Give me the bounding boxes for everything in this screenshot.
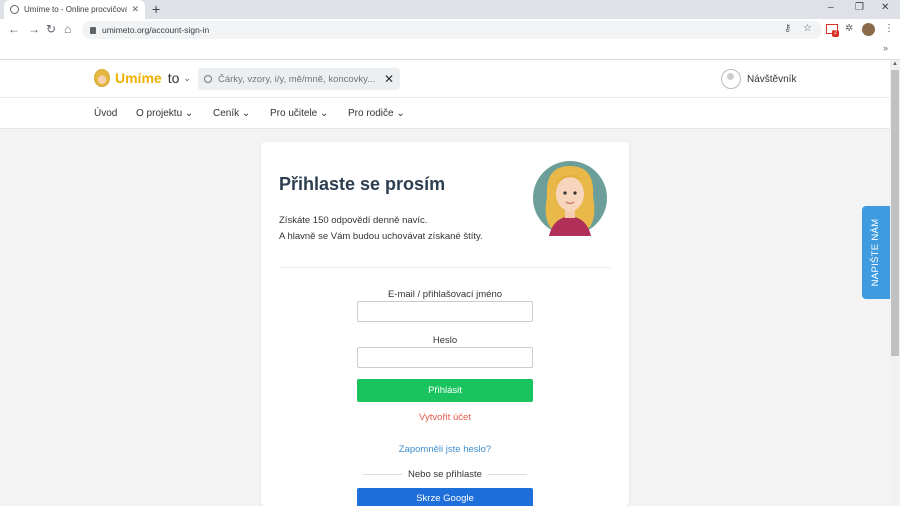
or-separator: Nebo se přihlaste — [363, 469, 527, 480]
site-logo[interactable]: Umíme to ⌄ — [94, 69, 191, 87]
chevron-down-icon: ⌄ — [320, 108, 329, 119]
nav-item-uvod[interactable]: Úvod — [94, 108, 117, 119]
lock-icon — [90, 26, 96, 34]
feedback-tab[interactable]: NAPIŠTE NÁM — [862, 206, 890, 299]
tab-close-icon[interactable]: ✕ — [131, 4, 139, 15]
user-avatar-icon — [721, 69, 741, 89]
maximize-button[interactable]: ❐ — [855, 2, 864, 13]
bookmarks-more-icon[interactable]: » — [883, 43, 888, 53]
key-icon[interactable]: ⚷ — [784, 23, 791, 34]
email-field[interactable] — [357, 301, 533, 322]
window-close-button[interactable]: ✕ — [881, 2, 889, 13]
page-title: Přihlaste se prosím — [279, 174, 446, 194]
new-tab-button[interactable]: + — [152, 1, 160, 17]
globe-icon — [10, 5, 19, 14]
feedback-label: NAPIŠTE NÁM — [870, 218, 881, 287]
site-nav: Úvod O projektu ⌄ Ceník ⌄ Pro učitele ⌄ … — [0, 98, 890, 129]
logo-brand: Umíme — [115, 70, 162, 86]
nav-item-o-projektu[interactable]: O projektu ⌄ — [136, 108, 193, 119]
nav-item-label: Ceník — [213, 108, 240, 119]
girl-avatar-illustration — [533, 161, 607, 236]
forgot-password-link[interactable]: Zapomněli jste heslo? — [261, 444, 629, 455]
tab-title: Umíme to - Online procvičování — [24, 5, 128, 14]
user-menu[interactable]: Návštěvník — [721, 69, 796, 89]
browser-tab[interactable]: Umíme to - Online procvičování ✕ — [4, 0, 145, 19]
search-icon — [204, 75, 212, 83]
password-field[interactable] — [357, 347, 533, 368]
address-bar-row: ← → ↻ ⌂ umimeto.org/account-sign-in ⚷ ☆ … — [0, 19, 900, 41]
url-text: umimeto.org/account-sign-in — [102, 25, 210, 35]
card-divider — [279, 267, 611, 268]
url-field[interactable]: umimeto.org/account-sign-in — [82, 21, 822, 39]
nav-item-label: Pro rodiče — [348, 108, 394, 119]
separator-line — [487, 474, 527, 475]
nav-item-label: O projektu — [136, 108, 183, 119]
page-scrollbar[interactable]: ▲ — [890, 60, 900, 506]
logo-face-icon — [94, 69, 110, 87]
create-account-link[interactable]: Vytvořit účet — [261, 412, 629, 423]
star-icon[interactable]: ☆ — [803, 23, 812, 34]
chevron-down-icon: ⌄ — [184, 108, 194, 119]
extension-badge: 2 — [832, 30, 839, 37]
profile-avatar[interactable] — [862, 23, 875, 36]
logo-suffix: to — [167, 70, 180, 86]
reload-icon[interactable]: ↻ — [46, 22, 56, 36]
login-subtitle-line2: A hlavně se Vám budou uchovávat získané … — [279, 231, 483, 242]
nav-item-cenik[interactable]: Ceník ⌄ — [213, 108, 250, 119]
minimize-button[interactable]: – — [828, 2, 834, 13]
back-icon[interactable]: ← — [8, 22, 20, 36]
email-label: E-mail / přihlašovací jméno — [387, 289, 503, 300]
browser-tab-bar: Umíme to - Online procvičování ✕ + – ❐ ✕ — [0, 0, 900, 19]
separator-line — [363, 474, 403, 475]
clear-search-icon[interactable]: ✕ — [384, 72, 394, 86]
or-login-text: Nebo se přihlaste — [408, 469, 482, 480]
password-label: Heslo — [432, 335, 458, 346]
home-icon[interactable]: ⌂ — [64, 22, 71, 36]
google-login-button[interactable]: Skrze Google — [357, 488, 533, 506]
nav-item-label: Pro učitele — [270, 108, 318, 119]
forward-icon[interactable]: → — [28, 22, 40, 36]
login-subtitle-line1: Získáte 150 odpovědí denně navíc. — [279, 215, 428, 226]
site-header: Umíme to ⌄ ✕ Návštěvník — [0, 60, 890, 98]
user-label: Návštěvník — [747, 73, 797, 85]
chevron-down-icon[interactable]: ⌄ — [183, 73, 191, 84]
login-button[interactable]: Přihlásit — [357, 379, 533, 402]
chevron-down-icon: ⌄ — [396, 108, 405, 119]
menu-dots-icon[interactable]: ⋮ — [884, 23, 894, 34]
nav-item-label: Úvod — [94, 108, 118, 119]
nav-item-pro-rodice[interactable]: Pro rodiče ⌄ — [348, 108, 405, 119]
search-input[interactable] — [218, 73, 384, 85]
scroll-up-icon[interactable]: ▲ — [892, 61, 898, 67]
puzzle-icon[interactable]: ✲ — [845, 23, 853, 34]
bookmarks-bar: » — [0, 41, 900, 60]
nav-item-pro-ucitele[interactable]: Pro učitele ⌄ — [270, 108, 328, 119]
search-box: ✕ — [198, 68, 400, 90]
login-card: Přihlaste se prosím Získáte 150 odpovědí… — [261, 142, 629, 506]
scroll-thumb[interactable] — [891, 70, 899, 356]
chevron-down-icon: ⌄ — [241, 108, 251, 119]
